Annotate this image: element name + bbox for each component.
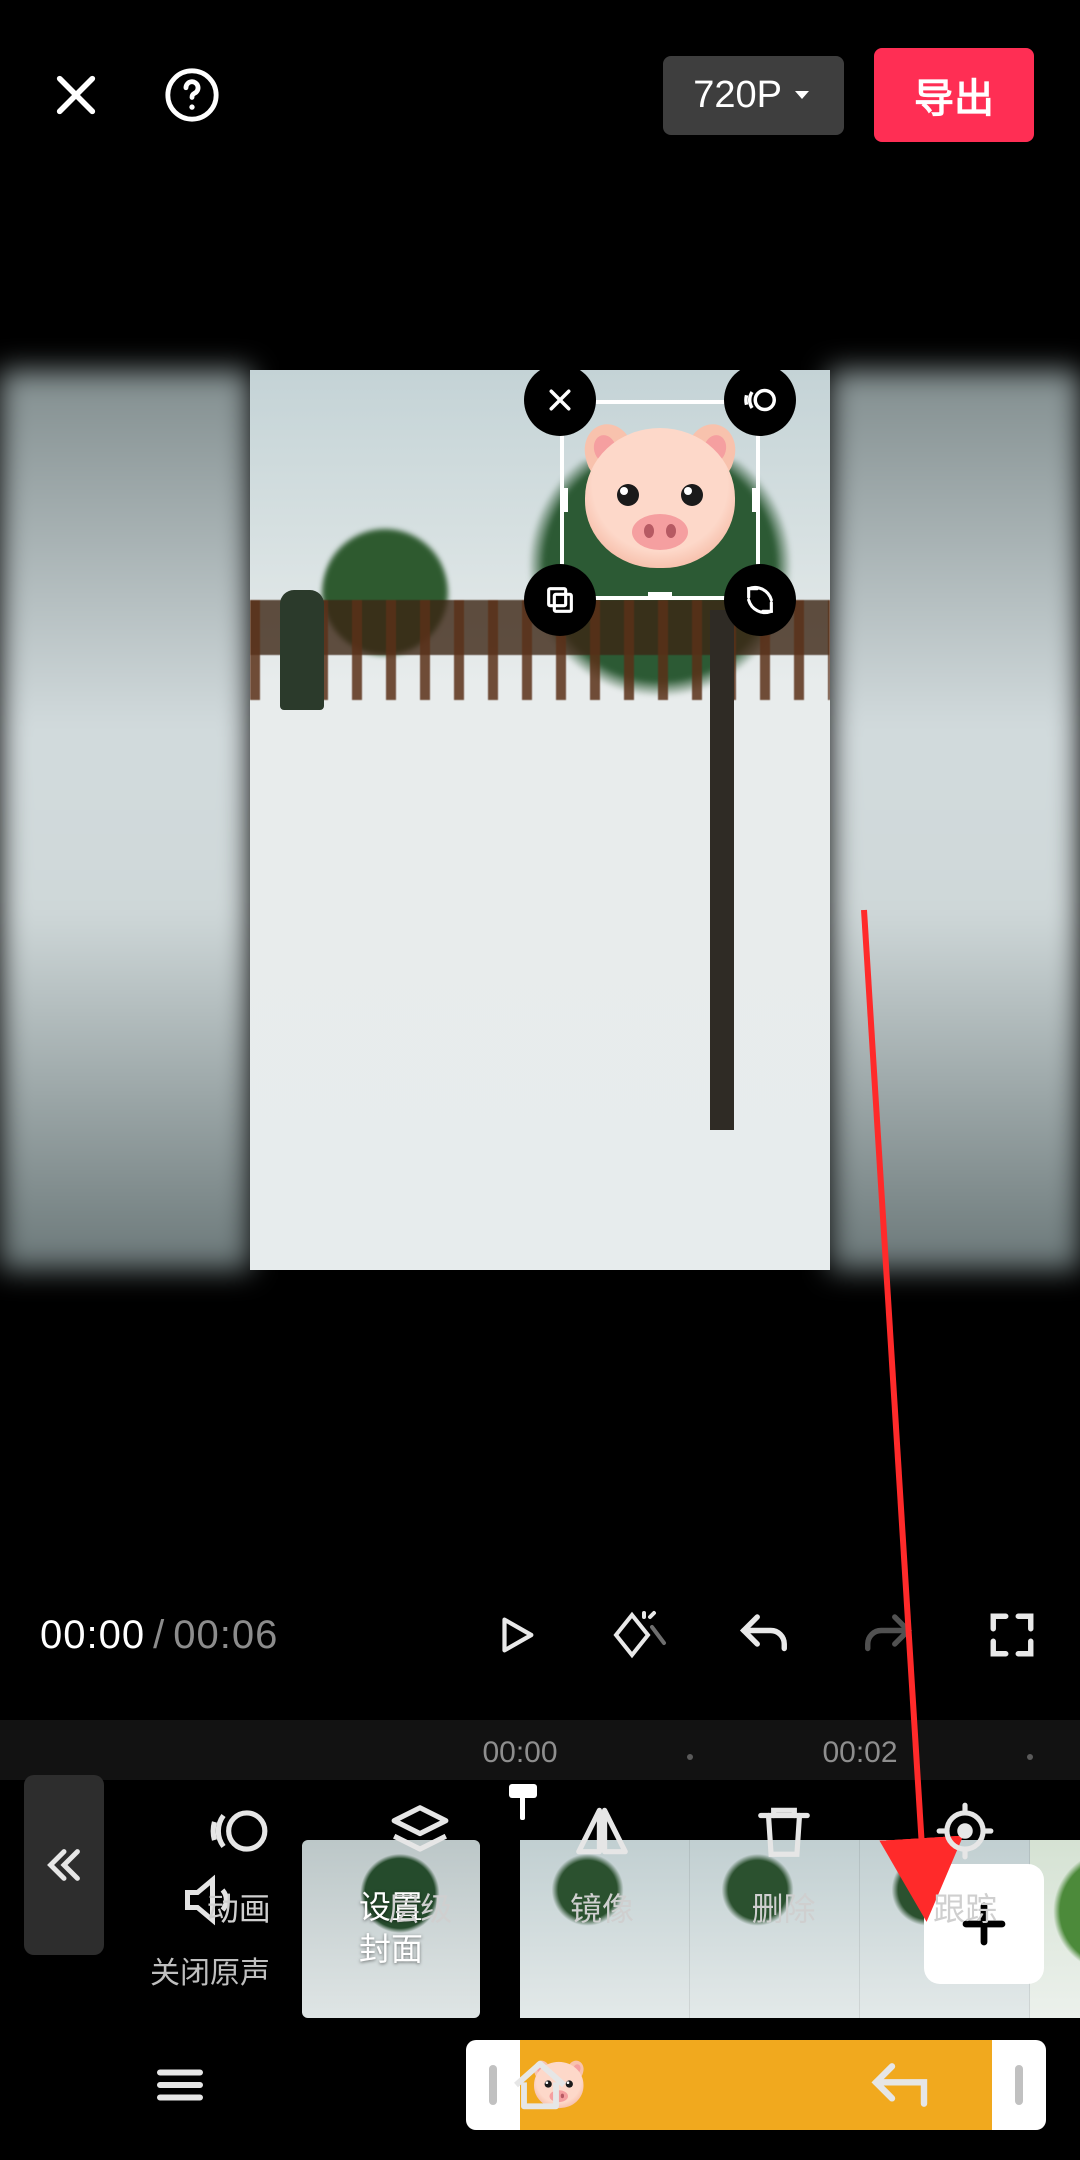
tool-label: 删除 (752, 1884, 816, 1930)
playback-row: 00:00/00:06 (0, 1580, 1080, 1690)
sticker-delete-handle[interactable] (524, 364, 596, 436)
play-icon (493, 1610, 539, 1660)
close-icon (545, 385, 575, 415)
resolution-label: 720P (693, 74, 782, 117)
rotate-icon (743, 583, 777, 617)
tool-label: 跟踪 (933, 1884, 997, 1930)
preview-blur-left (0, 370, 250, 1270)
sticker-copy-handle[interactable] (524, 564, 596, 636)
motion-icon (741, 381, 779, 419)
tool-mirror[interactable]: 镜像 (511, 1800, 693, 1930)
playback-controls (488, 1607, 1040, 1663)
nav-menu-button[interactable] (140, 2045, 220, 2125)
preview-panel (0, 370, 1080, 1270)
keyframe-button[interactable] (612, 1607, 668, 1663)
animation-icon (208, 1800, 270, 1862)
resolution-button[interactable]: 720P (663, 56, 844, 135)
trash-icon (753, 1800, 815, 1862)
redo-button[interactable] (860, 1607, 916, 1663)
tool-delete[interactable]: 删除 (693, 1800, 875, 1930)
export-label: 导出 (914, 77, 994, 121)
top-left-group (46, 65, 222, 125)
nav-back-button[interactable] (860, 2045, 940, 2125)
selection-handle-bottom[interactable] (648, 592, 672, 598)
nav-home-button[interactable] (500, 2045, 580, 2125)
sticker-rotate-handle[interactable] (724, 564, 796, 636)
fullscreen-icon (987, 1610, 1037, 1660)
scene-person (280, 590, 324, 710)
tool-track[interactable]: 跟踪 (874, 1800, 1056, 1930)
tool-label: 层级 (388, 1884, 452, 1930)
tool-back-button[interactable] (24, 1775, 104, 1955)
top-right-group: 720P 导出 (663, 48, 1034, 142)
scene-trunk (710, 610, 734, 1130)
tool-bar: 动画 层级 镜像 删除 跟踪 (0, 1760, 1080, 1970)
sticker-selection-box[interactable] (560, 400, 760, 600)
home-icon (508, 2053, 572, 2117)
sticker-motion-handle[interactable] (724, 364, 796, 436)
play-button[interactable] (488, 1607, 544, 1663)
tool-label: 动画 (207, 1884, 271, 1930)
current-time: 00:00 (40, 1613, 145, 1657)
copy-icon (543, 583, 577, 617)
mirror-icon (571, 1800, 633, 1862)
tool-layer[interactable]: 层级 (330, 1800, 512, 1930)
selection-handle-right[interactable] (752, 488, 758, 512)
undo-button[interactable] (736, 1607, 792, 1663)
help-icon (163, 66, 221, 124)
close-button[interactable] (46, 65, 106, 125)
pig-sticker[interactable] (585, 428, 735, 568)
tool-animation[interactable]: 动画 (148, 1800, 330, 1930)
total-time: 00:06 (173, 1613, 278, 1657)
back-icon (868, 2053, 932, 2117)
menu-icon (150, 2055, 210, 2115)
layers-icon (389, 1800, 451, 1862)
top-bar: 720P 导出 (0, 0, 1080, 190)
chevrons-left-icon (41, 1842, 87, 1888)
time-display: 00:00/00:06 (40, 1613, 278, 1658)
keyframe-icon (612, 1607, 668, 1663)
tool-label: 镜像 (570, 1884, 634, 1930)
export-button[interactable]: 导出 (874, 48, 1034, 142)
target-icon (934, 1800, 996, 1862)
close-icon (48, 67, 104, 123)
fullscreen-button[interactable] (984, 1607, 1040, 1663)
system-nav-bar (0, 2010, 1080, 2160)
redo-icon (861, 1608, 915, 1662)
preview-blur-right (830, 370, 1080, 1270)
selection-handle-left[interactable] (562, 488, 568, 512)
help-button[interactable] (162, 65, 222, 125)
undo-icon (737, 1608, 791, 1662)
chevron-down-icon (790, 83, 814, 107)
time-separator: / (145, 1613, 173, 1657)
